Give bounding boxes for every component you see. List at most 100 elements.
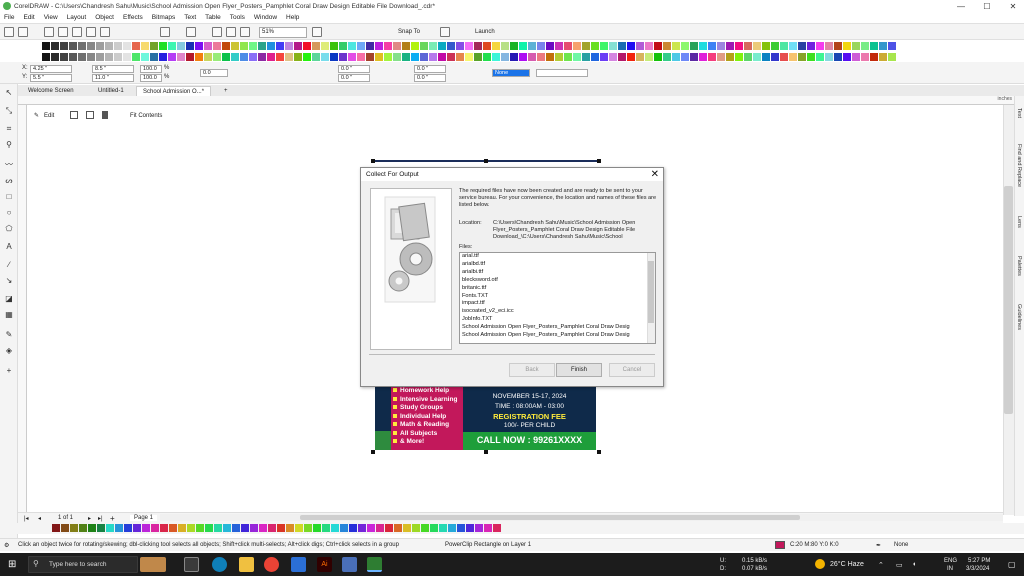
document-color-swatch[interactable] bbox=[322, 524, 330, 532]
document-color-swatch[interactable] bbox=[250, 524, 258, 532]
fit-contents-dropdown[interactable]: Fit Contents bbox=[130, 113, 162, 119]
list-item[interactable]: britanic.ttf bbox=[460, 285, 655, 293]
color-swatch[interactable] bbox=[168, 52, 177, 61]
menu-object[interactable]: Object bbox=[95, 14, 114, 21]
document-color-swatch[interactable] bbox=[376, 524, 384, 532]
color-swatch[interactable] bbox=[699, 52, 708, 61]
color-swatch[interactable] bbox=[330, 41, 339, 50]
color-swatch[interactable] bbox=[735, 41, 744, 50]
fill-color-swatch[interactable] bbox=[775, 541, 785, 549]
file-explorer-icon[interactable] bbox=[239, 557, 254, 572]
color-swatch[interactable] bbox=[825, 41, 834, 50]
color-swatch[interactable] bbox=[321, 52, 330, 61]
color-swatch[interactable] bbox=[357, 52, 366, 61]
volume-icon[interactable]: ◖ bbox=[912, 561, 916, 568]
lock-contents-icon[interactable] bbox=[102, 111, 108, 119]
color-swatch[interactable] bbox=[798, 52, 807, 61]
color-swatch[interactable] bbox=[672, 52, 681, 61]
prev-page-icon[interactable]: ◂ bbox=[38, 515, 41, 522]
color-swatch[interactable] bbox=[195, 52, 204, 61]
tab-welcome-screen[interactable]: Welcome Screen bbox=[22, 86, 80, 96]
color-swatch[interactable] bbox=[78, 41, 87, 50]
extract-contents-icon[interactable] bbox=[86, 111, 94, 119]
import-icon[interactable] bbox=[226, 27, 236, 37]
color-swatch[interactable] bbox=[510, 52, 519, 61]
document-color-swatch[interactable] bbox=[403, 524, 411, 532]
document-color-swatch[interactable] bbox=[106, 524, 114, 532]
menu-tools[interactable]: Tools bbox=[230, 14, 245, 21]
document-color-swatch[interactable] bbox=[169, 524, 177, 532]
menu-bitmaps[interactable]: Bitmaps bbox=[152, 14, 175, 21]
color-swatch[interactable] bbox=[555, 41, 564, 50]
color-swatch[interactable] bbox=[213, 52, 222, 61]
next-page-icon[interactable]: ▸ bbox=[88, 515, 91, 522]
color-swatch[interactable] bbox=[870, 52, 879, 61]
color-swatch[interactable] bbox=[411, 41, 420, 50]
color-swatch[interactable] bbox=[330, 52, 339, 61]
edit-powerclip-button[interactable]: Edit bbox=[44, 113, 54, 119]
zoom-level-combo[interactable]: 51% bbox=[259, 27, 307, 38]
color-swatch[interactable] bbox=[393, 52, 402, 61]
color-swatch[interactable] bbox=[591, 52, 600, 61]
files-scroll-thumb[interactable] bbox=[648, 261, 654, 323]
color-swatch[interactable] bbox=[87, 52, 96, 61]
document-color-swatch[interactable] bbox=[340, 524, 348, 532]
color-swatch[interactable] bbox=[429, 41, 438, 50]
color-swatch[interactable] bbox=[771, 52, 780, 61]
color-swatch[interactable] bbox=[231, 52, 240, 61]
color-swatch[interactable] bbox=[465, 41, 474, 50]
color-swatch[interactable] bbox=[42, 52, 51, 61]
color-swatch[interactable] bbox=[789, 41, 798, 50]
color-swatch[interactable] bbox=[582, 41, 591, 50]
color-swatch[interactable] bbox=[420, 41, 429, 50]
outline-pen-icon[interactable]: ✒ bbox=[876, 542, 881, 549]
list-item[interactable]: Fonts.TXT bbox=[460, 293, 655, 301]
menu-help[interactable]: Help bbox=[286, 14, 299, 21]
color-swatch[interactable] bbox=[771, 41, 780, 50]
color-swatch[interactable] bbox=[807, 41, 816, 50]
drop-shadow-icon[interactable]: ◪ bbox=[4, 294, 14, 304]
color-swatch[interactable] bbox=[690, 52, 699, 61]
color-swatch[interactable] bbox=[42, 41, 51, 50]
scale-x-field[interactable]: 100.0 bbox=[140, 65, 162, 73]
color-swatch[interactable] bbox=[627, 52, 636, 61]
color-swatch[interactable] bbox=[321, 41, 330, 50]
color-swatch[interactable] bbox=[834, 41, 843, 50]
document-color-swatch[interactable] bbox=[385, 524, 393, 532]
color-swatch[interactable] bbox=[564, 41, 573, 50]
color-swatch[interactable] bbox=[753, 52, 762, 61]
menu-text[interactable]: Text bbox=[184, 14, 196, 21]
options-gear-icon[interactable] bbox=[440, 27, 450, 37]
outline-width-field[interactable]: None bbox=[492, 69, 530, 77]
list-item[interactable]: arialbi.ttf bbox=[460, 269, 655, 277]
list-item[interactable]: JobInfo.TXT bbox=[460, 316, 655, 324]
color-swatch[interactable] bbox=[87, 41, 96, 50]
eyedropper-icon[interactable]: ✎ bbox=[4, 330, 14, 340]
document-color-swatch[interactable] bbox=[493, 524, 501, 532]
corner-radius-2-field[interactable]: 0.0 " bbox=[338, 74, 370, 82]
color-swatch[interactable] bbox=[285, 52, 294, 61]
list-item[interactable]: arialbd.ttf bbox=[460, 261, 655, 269]
add-page-icon[interactable]: + bbox=[110, 514, 115, 523]
color-swatch[interactable] bbox=[825, 52, 834, 61]
selection-handle[interactable] bbox=[484, 159, 488, 163]
color-swatch[interactable] bbox=[132, 52, 141, 61]
color-swatch[interactable] bbox=[312, 52, 321, 61]
connector-tool-icon[interactable]: ↘ bbox=[4, 276, 14, 286]
color-swatch[interactable] bbox=[204, 41, 213, 50]
color-swatch[interactable] bbox=[357, 41, 366, 50]
interactive-fill-icon[interactable]: ◈ bbox=[4, 346, 14, 356]
document-color-swatch[interactable] bbox=[421, 524, 429, 532]
color-swatch[interactable] bbox=[312, 41, 321, 50]
select-contents-icon[interactable] bbox=[70, 111, 78, 119]
document-color-swatch[interactable] bbox=[394, 524, 402, 532]
color-swatch[interactable] bbox=[501, 52, 510, 61]
color-swatch[interactable] bbox=[114, 52, 123, 61]
color-swatch[interactable] bbox=[249, 52, 258, 61]
shape-tool-icon[interactable]: ⤡ bbox=[4, 106, 14, 116]
color-swatch[interactable] bbox=[807, 52, 816, 61]
document-color-swatch[interactable] bbox=[448, 524, 456, 532]
color-swatch[interactable] bbox=[366, 52, 375, 61]
settings-gear-icon[interactable]: ⚙ bbox=[4, 542, 9, 549]
color-swatch[interactable] bbox=[339, 52, 348, 61]
